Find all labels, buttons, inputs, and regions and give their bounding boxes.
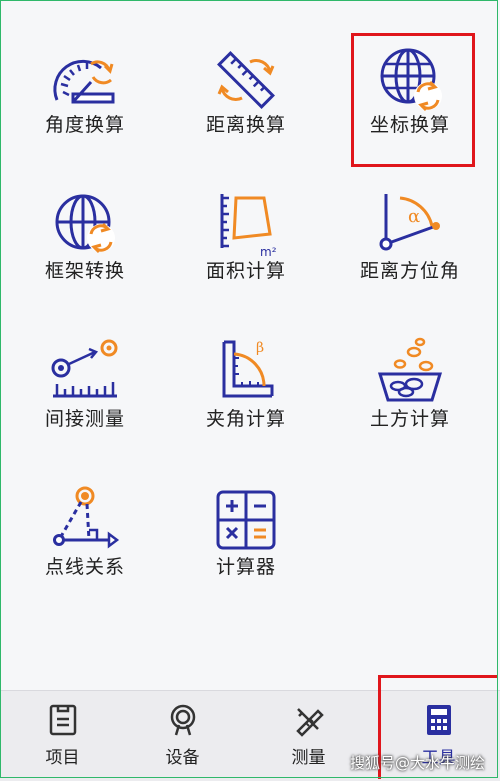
tab-label: 测量 [291, 748, 326, 768]
tool-label: 计算器 [215, 556, 276, 578]
distance-conversion-icon [217, 51, 275, 109]
area-calculation-icon: m² [220, 194, 277, 259]
frame-conversion-icon [55, 194, 115, 254]
tool-label: 角度换算 [44, 114, 125, 136]
tool-distance-azimuth[interactable]: α 距离方位角 [330, 160, 490, 300]
tab-device[interactable]: 设备 [120, 691, 245, 781]
tool-label: 距离换算 [205, 114, 286, 136]
tool-point-line[interactable]: 点线关系 [5, 456, 165, 596]
tool-label: 夹角计算 [205, 408, 286, 430]
tool-calculator[interactable]: 计算器 [166, 456, 326, 596]
tool-label: 点线关系 [44, 556, 125, 578]
survey-icon [295, 708, 324, 737]
calculator-icon [216, 490, 276, 550]
watermark: 搜狐号@大水牛测绘 [350, 754, 486, 772]
included-angle-icon: β [222, 340, 274, 398]
tab-project[interactable]: 项目 [0, 691, 125, 781]
angle-conversion-icon [53, 59, 115, 104]
tool-indirect-measurement[interactable]: 间接测量 [5, 308, 165, 448]
tool-label: 距离方位角 [359, 260, 460, 282]
tool-area-calculation[interactable]: m² 面积计算 [166, 160, 326, 300]
tool-label: 间接测量 [44, 408, 125, 430]
tool-earthwork[interactable]: 土方计算 [330, 308, 490, 448]
project-icon [49, 704, 76, 736]
tab-label: 项目 [45, 748, 80, 768]
tool-label: 框架转换 [44, 260, 125, 282]
tool-included-angle[interactable]: β 夹角计算 [166, 308, 326, 448]
tool-label: 土方计算 [369, 408, 450, 430]
svg-text:β: β [256, 340, 264, 356]
highlight-box-coordinate [351, 33, 475, 167]
svg-text:α: α [408, 206, 420, 227]
tool-frame-conversion[interactable]: 框架转换 [5, 160, 165, 300]
tab-label: 设备 [165, 748, 200, 768]
indirect-measurement-icon [51, 339, 118, 398]
tool-distance-conversion[interactable]: 距离换算 [166, 14, 326, 154]
tool-label: 面积计算 [205, 260, 286, 282]
point-line-icon [53, 486, 120, 549]
earthwork-icon [377, 337, 443, 402]
device-icon [170, 704, 195, 736]
tool-angle-conversion[interactable]: 角度换算 [5, 14, 165, 154]
distance-azimuth-icon: α [379, 194, 440, 251]
